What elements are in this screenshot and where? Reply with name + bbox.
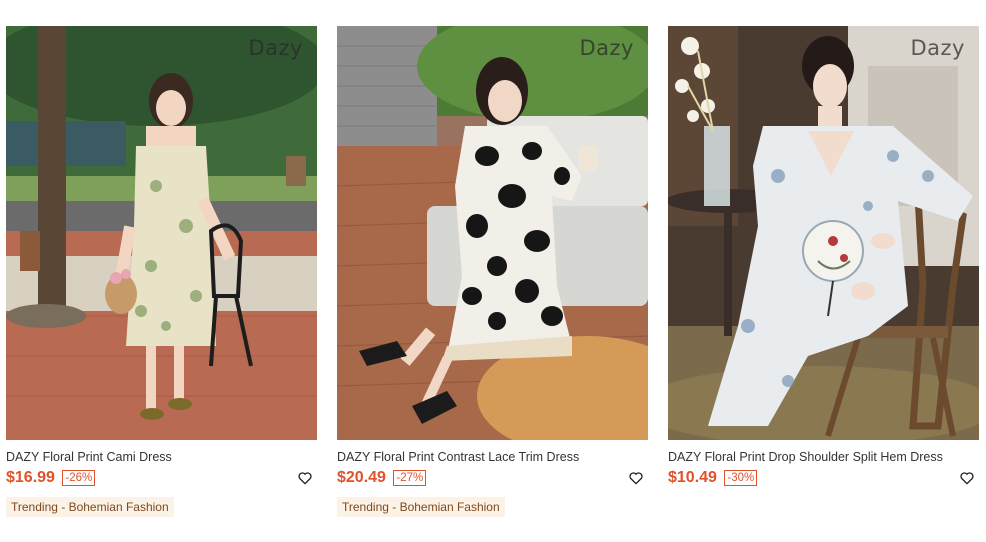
product-photo-scene — [337, 26, 648, 440]
discount-badge: -27% — [393, 470, 427, 486]
product-card[interactable]: Dazy DAZY Floral Print Contrast Lace Tri… — [337, 26, 648, 517]
trend-tag[interactable]: Trending - Bohemian Fashion — [6, 497, 174, 517]
price-row: $20.49 -27% — [337, 469, 648, 491]
heart-outline-icon[interactable] — [297, 470, 313, 486]
price-row: $16.99 -26% — [6, 469, 317, 491]
brand-watermark: Dazy — [579, 36, 634, 60]
product-price: $20.49 — [337, 469, 386, 486]
heart-outline-icon[interactable] — [959, 470, 975, 486]
brand-watermark: Dazy — [910, 36, 965, 60]
product-title[interactable]: DAZY Floral Print Cami Dress — [6, 450, 296, 465]
product-title[interactable]: DAZY Floral Print Drop Shoulder Split He… — [668, 450, 958, 465]
discount-badge: -30% — [724, 470, 758, 486]
product-image[interactable]: Dazy — [6, 26, 317, 440]
trend-tag[interactable]: Trending - Bohemian Fashion — [337, 497, 505, 517]
product-image[interactable]: Dazy — [668, 26, 979, 440]
product-image[interactable]: Dazy — [337, 26, 648, 440]
product-photo-scene — [668, 26, 979, 440]
discount-badge: -26% — [62, 470, 96, 486]
product-price: $16.99 — [6, 469, 55, 486]
product-card[interactable]: Dazy DAZY Floral Print Drop Shoulder Spl… — [668, 26, 979, 491]
product-card[interactable]: Dazy DAZY Floral Print Cami Dress $16.99… — [6, 26, 317, 517]
product-title[interactable]: DAZY Floral Print Contrast Lace Trim Dre… — [337, 450, 627, 465]
price-row: $10.49 -30% — [668, 469, 979, 491]
heart-outline-icon[interactable] — [628, 470, 644, 486]
product-price: $10.49 — [668, 469, 717, 486]
brand-watermark: Dazy — [248, 36, 303, 60]
product-photo-scene — [6, 26, 317, 440]
